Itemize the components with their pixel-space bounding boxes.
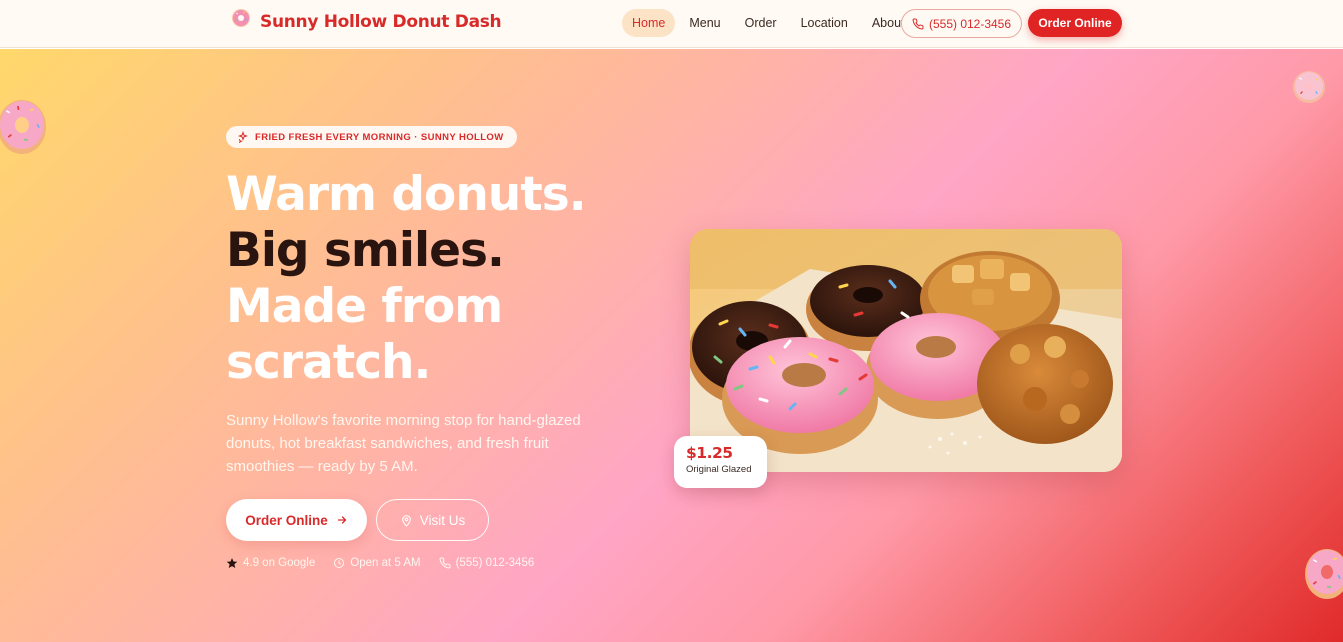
nav-link-menu[interactable]: Menu bbox=[679, 9, 730, 37]
brand[interactable]: Sunny Hollow Donut Dash bbox=[230, 6, 502, 38]
hero-order-online-button[interactable]: Order Online bbox=[226, 499, 367, 541]
headline-line-3: Made from scratch. bbox=[226, 279, 503, 390]
hero-subcopy: Sunny Hollow's favorite morning stop for… bbox=[226, 412, 581, 475]
stat-rating-text: 4.9 on Google bbox=[243, 557, 316, 569]
hero-badge-text: FRIED FRESH EVERY MORNING · SUNNY HOLLOW bbox=[255, 131, 504, 143]
hero-stats: 4.9 on Google Open at 5 AM (555) 012-345… bbox=[226, 557, 552, 569]
stat-rating: 4.9 on Google bbox=[226, 557, 315, 569]
nav-phone-number: (555) 012-3456 bbox=[928, 16, 1012, 31]
stat-phone[interactable]: (555) 012-3456 bbox=[439, 557, 535, 569]
main-nav: Home Menu Order Location About bbox=[622, 9, 919, 37]
stat-hours-text: Open at 5 AM bbox=[350, 557, 421, 569]
hero-visit-us-button[interactable]: Visit Us bbox=[376, 499, 489, 541]
phone-icon bbox=[912, 17, 924, 29]
star-icon bbox=[226, 558, 238, 568]
floating-donut-icon bbox=[1293, 71, 1325, 103]
nav-order-online-button[interactable]: Order Online bbox=[1028, 9, 1122, 37]
floating-donut-icon bbox=[1305, 549, 1343, 599]
hero-badge: FRIED FRESH EVERY MORNING · SUNNY HOLLOW bbox=[226, 126, 517, 148]
price-tag: $1.25 Original Glazed bbox=[674, 436, 767, 488]
site-header: Sunny Hollow Donut Dash Home Menu Order … bbox=[0, 0, 1343, 48]
headline-line-2: Big smiles. bbox=[226, 223, 505, 278]
hero-section: FRIED FRESH EVERY MORNING · SUNNY HOLLOW… bbox=[0, 49, 1343, 642]
nav-link-location[interactable]: Location bbox=[791, 9, 858, 37]
nav-link-order[interactable]: Order bbox=[735, 9, 787, 37]
hero-headline: Warm donuts. Big smiles. Made from scrat… bbox=[226, 167, 646, 391]
map-pin-icon bbox=[401, 514, 411, 526]
headline-line-1: Warm donuts. bbox=[226, 167, 587, 222]
price-label: Original Glazed bbox=[686, 464, 752, 475]
stat-phone-text: (555) 012-3456 bbox=[455, 557, 535, 569]
hero-visit-us-label: Visit Us bbox=[419, 512, 466, 528]
stat-hours: Open at 5 AM bbox=[333, 557, 421, 569]
floating-donut-icon bbox=[0, 100, 46, 154]
nav-link-home[interactable]: Home bbox=[622, 9, 676, 37]
arrow-right-icon bbox=[337, 516, 346, 524]
phone-icon bbox=[439, 557, 451, 569]
clock-icon bbox=[334, 558, 345, 568]
sparkle-icon bbox=[237, 131, 249, 143]
hero-order-online-label: Order Online bbox=[245, 512, 328, 528]
brand-name: Sunny Hollow Donut Dash bbox=[260, 12, 502, 32]
donut-icon bbox=[232, 9, 250, 27]
nav-phone-button[interactable]: (555) 012-3456 bbox=[901, 9, 1022, 38]
price-value: $1.25 bbox=[686, 444, 733, 462]
